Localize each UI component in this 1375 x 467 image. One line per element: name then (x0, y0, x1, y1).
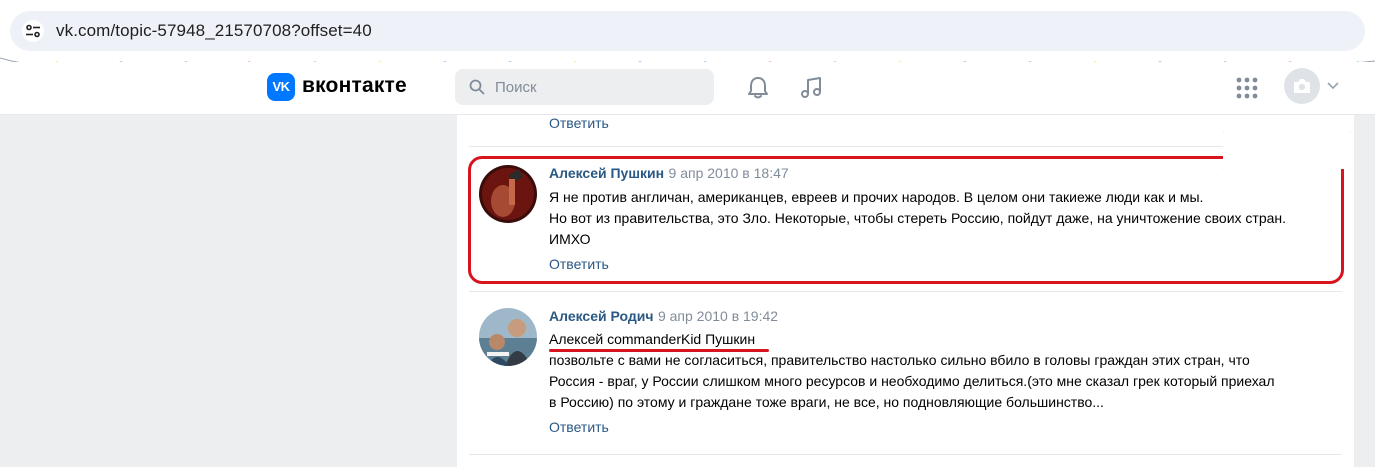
apps-grid-icon[interactable] (1236, 77, 1258, 99)
camera-icon (1294, 79, 1310, 93)
search-box[interactable] (455, 69, 714, 105)
vk-logo[interactable]: VK (267, 73, 295, 101)
browser-toolbar: vk.com/topic-57948_21570708?offset=40 (0, 0, 1375, 62)
reply-link[interactable]: Ответить (549, 419, 609, 435)
music-icon[interactable] (798, 75, 824, 101)
topic-post: Алексей Родич 9 апр 2010 в 19:42 Алексей… (457, 308, 1354, 448)
post-date[interactable]: 9 апр 2010 в 19:42 (658, 308, 778, 324)
underline-annotation (549, 349, 769, 352)
profile-avatar[interactable] (1284, 68, 1320, 104)
post-text-line: Россия - враг, у России слишком много ре… (549, 373, 1275, 389)
post-divider (469, 146, 1342, 147)
post-divider (469, 454, 1342, 455)
post-text-line: позвольте с вами не согласиться, правите… (549, 352, 1250, 368)
site-header: VK вконтакте (0, 62, 1375, 115)
notifications-bell-icon[interactable] (745, 75, 771, 101)
current-page-indicator (1223, 131, 1351, 169)
brand-name[interactable]: вконтакте (302, 74, 407, 98)
author-avatar[interactable] (479, 308, 537, 366)
mention-link[interactable]: Алексей commanderKid Пушкин (549, 329, 1275, 350)
address-bar[interactable]: vk.com/topic-57948_21570708?offset=40 (10, 11, 1365, 51)
post-divider (469, 291, 1342, 292)
highlight-annotation (468, 156, 1344, 284)
chevron-down-icon[interactable] (1327, 82, 1339, 90)
post-header: Алексей Родич 9 апр 2010 в 19:42 (549, 308, 778, 326)
site-info-icon[interactable] (22, 20, 44, 42)
search-icon (469, 79, 485, 95)
url-text[interactable]: vk.com/topic-57948_21570708?offset=40 (56, 21, 372, 41)
post-text: Алексей commanderKid Пушкин позвольте с … (549, 329, 1275, 413)
author-name[interactable]: Алексей Родич (549, 308, 653, 324)
reply-link[interactable]: Ответить (549, 115, 609, 131)
search-input[interactable] (495, 77, 695, 97)
post-text-line: в Россию) по этому и граждане тоже враги… (549, 394, 1104, 410)
